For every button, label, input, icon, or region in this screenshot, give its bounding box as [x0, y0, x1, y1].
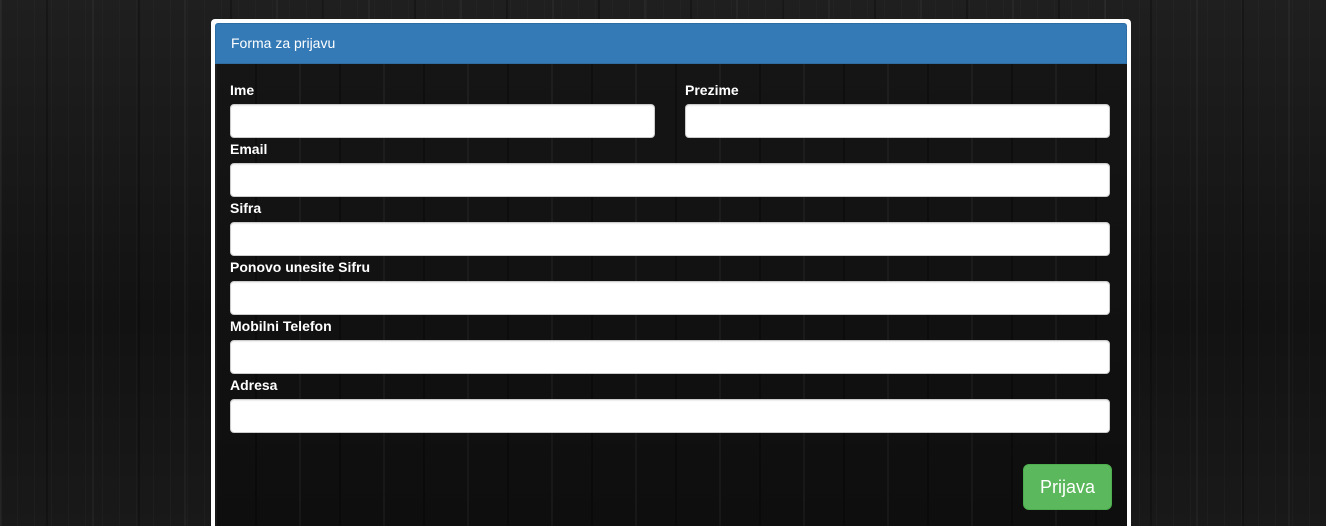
registration-panel: Forma za prijavu Ime Prezime Email Sifra…: [211, 19, 1131, 526]
address-input[interactable]: [230, 399, 1110, 433]
confirm-password-input[interactable]: [230, 281, 1110, 315]
first-name-label: Ime: [230, 82, 255, 98]
last-name-input[interactable]: [685, 104, 1110, 138]
first-name-input[interactable]: [230, 104, 655, 138]
panel-title: Forma za prijavu: [231, 35, 336, 51]
mobile-phone-label: Mobilni Telefon: [230, 318, 332, 334]
confirm-password-label: Ponovo unesite Sifru: [230, 259, 371, 275]
submit-button[interactable]: Prijava: [1023, 464, 1112, 510]
email-label: Email: [230, 141, 268, 157]
password-label: Sifra: [230, 200, 262, 216]
email-input[interactable]: [230, 163, 1110, 197]
address-label: Adresa: [230, 377, 278, 393]
password-input[interactable]: [230, 222, 1110, 256]
panel-heading: Forma za prijavu: [215, 23, 1127, 64]
registration-form: Ime Prezime Email Sifra Ponovo unesite S…: [215, 64, 1127, 526]
mobile-phone-input[interactable]: [230, 340, 1110, 374]
last-name-label: Prezime: [685, 82, 739, 98]
